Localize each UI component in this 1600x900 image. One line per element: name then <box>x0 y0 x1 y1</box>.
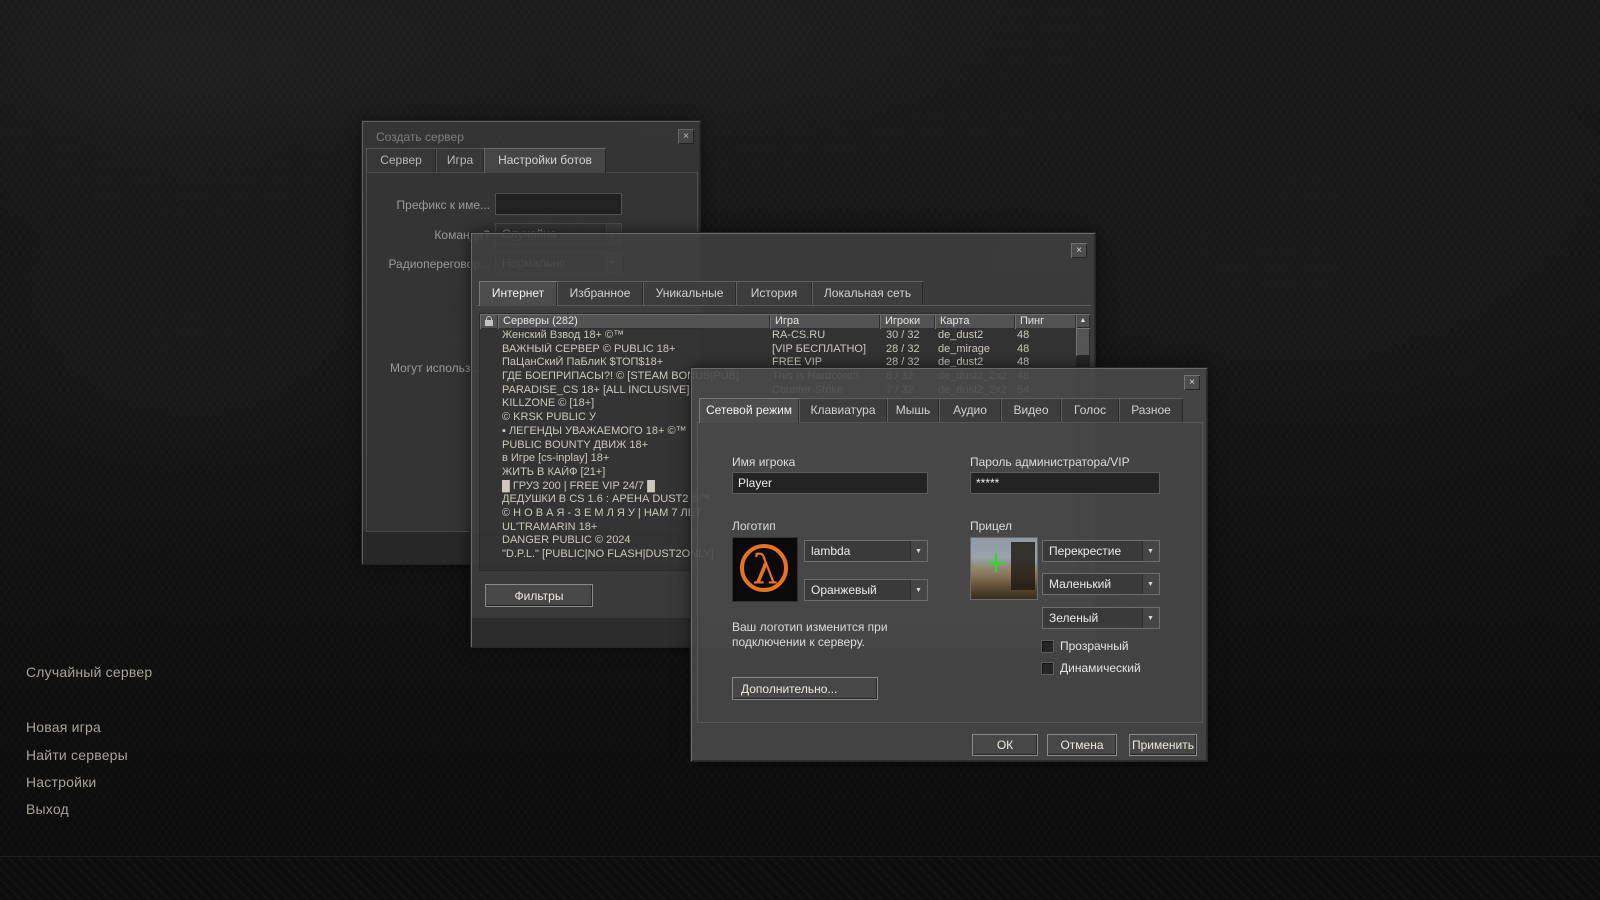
cell-name: ВАЖНЫЙ СЕРВЕР © PUBLIC 18+ <box>502 343 675 357</box>
cell-name: ▪ ЛЕГЕНДЫ УВАЖАЕМОГО 18+ ©™ <box>502 425 687 439</box>
cell-name: UL'TRAMARIN 18+ <box>502 521 597 535</box>
menu-item-random-server[interactable]: Случайный сервер <box>26 664 152 680</box>
tab-misc[interactable]: Разное <box>1119 398 1183 422</box>
tab-unique[interactable]: Уникальные <box>643 281 736 305</box>
bottom-texture-band <box>0 856 1600 900</box>
cell-name: ПаЦанСкиЙ ПаБлиК $ТОП$18+ <box>502 356 663 370</box>
cell-name: ЖИТЬ В КАЙФ [21+] <box>502 466 605 480</box>
tab-content-frame <box>697 422 1203 723</box>
tab-favorites[interactable]: Избранное <box>557 281 643 305</box>
server-table-header: Серверы (282) Игра Игроки Карта Пинг ▲ <box>480 314 1090 329</box>
menu-item-find-servers[interactable]: Найти серверы <box>26 747 128 763</box>
scrollbar-up-icon[interactable]: ▲ <box>1076 314 1090 328</box>
cell-name: █ ГРУЗ 200 | FREE VIP 24/7 █ <box>502 480 655 494</box>
cell-name: "D.P.L." [PUBLIC|NO FLASH|DUST2ONLY] <box>502 548 714 562</box>
column-lock[interactable] <box>480 314 498 329</box>
menu-item-exit[interactable]: Выход <box>26 801 69 817</box>
column-map[interactable]: Карта <box>935 314 1015 329</box>
column-game[interactable]: Игра <box>770 314 880 329</box>
create-server-tabs: Сервер Игра Настройки ботов <box>366 148 606 173</box>
close-icon[interactable]: × <box>1184 375 1200 390</box>
cell-map: de_dust2 <box>938 329 983 343</box>
cell-name: в Игре [cs-inplay] 18+ <box>502 452 609 466</box>
cell-map: de_mirage <box>938 343 990 357</box>
filters-button[interactable]: Фильтры <box>485 584 593 607</box>
cell-name: DANGER PUBLIC © 2024 <box>502 534 631 548</box>
cell-name: Женский Взвод 18+ ©™ <box>502 329 624 343</box>
cell-game: [VIP БЕСПЛАТНО] <box>772 343 866 357</box>
cell-players: 30 / 32 <box>886 329 920 343</box>
tab-lan[interactable]: Локальная сеть <box>812 281 923 305</box>
menu-item-new-game[interactable]: Новая игра <box>26 719 101 735</box>
ok-button[interactable]: ОК <box>972 734 1038 756</box>
menu-item-settings[interactable]: Настройки <box>26 774 96 790</box>
lock-icon <box>485 320 493 326</box>
cell-name: ДЕДУШКИ В CS 1.6 : АРЕНА DUST2 ©™ <box>502 493 711 507</box>
tab-audio[interactable]: Аудио <box>939 398 1001 422</box>
settings-tabs: Сетевой режим Клавиатура Мышь Аудио Виде… <box>699 398 1183 423</box>
cell-name: KILLZONE © [18+] <box>502 397 594 411</box>
table-row[interactable]: Женский Взвод 18+ ©™ RA-CS.RU 30 / 32 de_du… <box>480 329 1076 343</box>
apply-button[interactable]: Применить <box>1129 734 1197 756</box>
tab-history[interactable]: История <box>736 281 812 305</box>
column-servers[interactable]: Серверы (282) <box>498 314 770 329</box>
tab-voice[interactable]: Голос <box>1061 398 1119 422</box>
server-browser-tabs: Интернет Избранное Уникальные История Ло… <box>479 281 923 306</box>
scrollbar-thumb[interactable] <box>1076 328 1090 356</box>
cell-name: PUBLIC BOUNTY ДВИЖ 18+ <box>502 439 648 453</box>
cell-ping: 48 <box>1017 343 1029 357</box>
cell-players: 28 / 32 <box>886 343 920 357</box>
close-icon[interactable]: × <box>1071 243 1087 258</box>
tab-video[interactable]: Видео <box>1001 398 1061 422</box>
game-screen: Случайный сервер Новая игра Найти сервер… <box>0 0 1600 900</box>
tab-internet[interactable]: Интернет <box>479 281 557 306</box>
cell-name: © Н О В А Я - З Е М Л Я У | НАМ 7 ЛЕТ <box>502 507 702 521</box>
cancel-button[interactable]: Отмена <box>1047 734 1117 756</box>
tab-multiplayer[interactable]: Сетевой режим <box>699 398 799 423</box>
table-row[interactable]: ВАЖНЫЙ СЕРВЕР © PUBLIC 18+ [VIP БЕСПЛАТНО… <box>480 343 1076 357</box>
tab-mouse[interactable]: Мышь <box>887 398 939 422</box>
cell-name: © KRSK PUBLIC У <box>502 411 596 425</box>
tab-server[interactable]: Сервер <box>366 148 436 172</box>
close-icon[interactable]: × <box>678 129 694 144</box>
settings-window: × Сетевой режим Клавиатура Мышь Аудио Ви… <box>690 367 1208 762</box>
tab-bot-settings[interactable]: Настройки ботов <box>484 148 606 173</box>
tab-game[interactable]: Игра <box>436 148 484 172</box>
column-ping[interactable]: Пинг <box>1015 314 1076 329</box>
cell-game: RA-CS.RU <box>772 329 825 343</box>
window-title: Создать сервер <box>376 130 464 144</box>
cell-ping: 48 <box>1017 329 1029 343</box>
tab-keyboard[interactable]: Клавиатура <box>799 398 887 422</box>
cell-name: PARADISE_CS 18+ [ALL INCLUSIVE] <box>502 384 689 398</box>
column-players[interactable]: Игроки <box>880 314 935 329</box>
